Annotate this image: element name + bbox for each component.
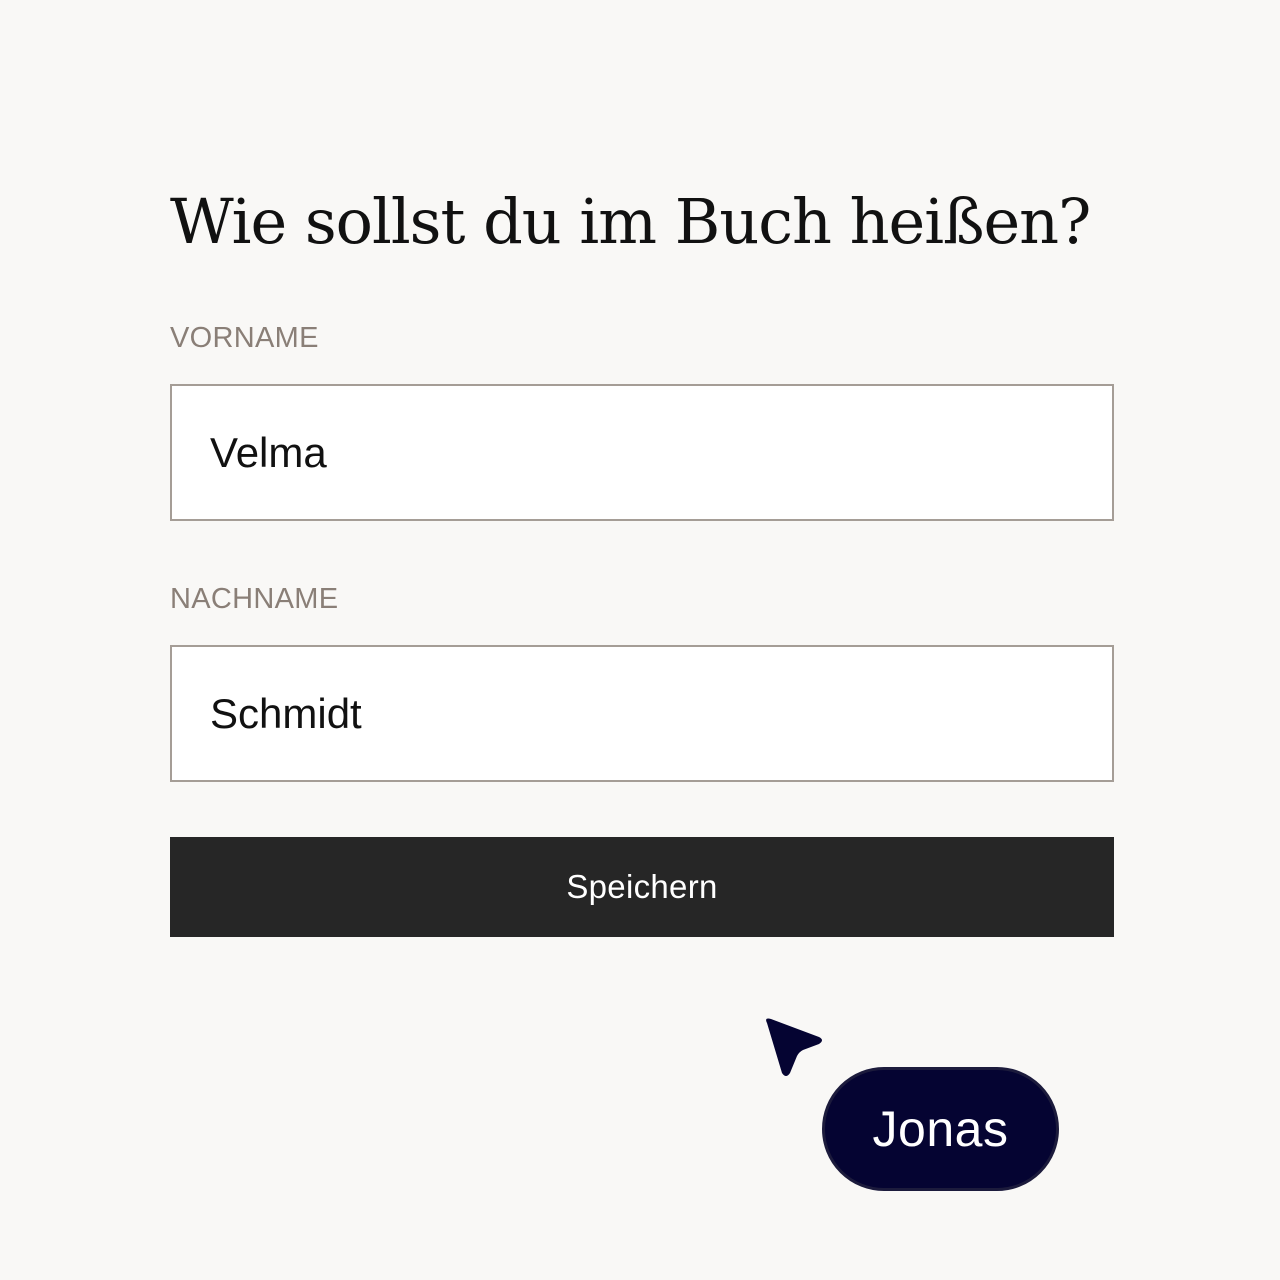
last-name-label: NACHNAME xyxy=(170,583,339,615)
first-name-input[interactable] xyxy=(170,384,1114,521)
save-button[interactable]: Speichern xyxy=(170,837,1114,937)
collaborator-name-badge: Jonas xyxy=(822,1067,1059,1191)
cursor-arrow-icon xyxy=(766,1018,822,1076)
first-name-label: VORNAME xyxy=(170,322,319,354)
last-name-input[interactable] xyxy=(170,645,1114,782)
page-title: Wie sollst du im Buch heißen? xyxy=(170,185,1091,258)
